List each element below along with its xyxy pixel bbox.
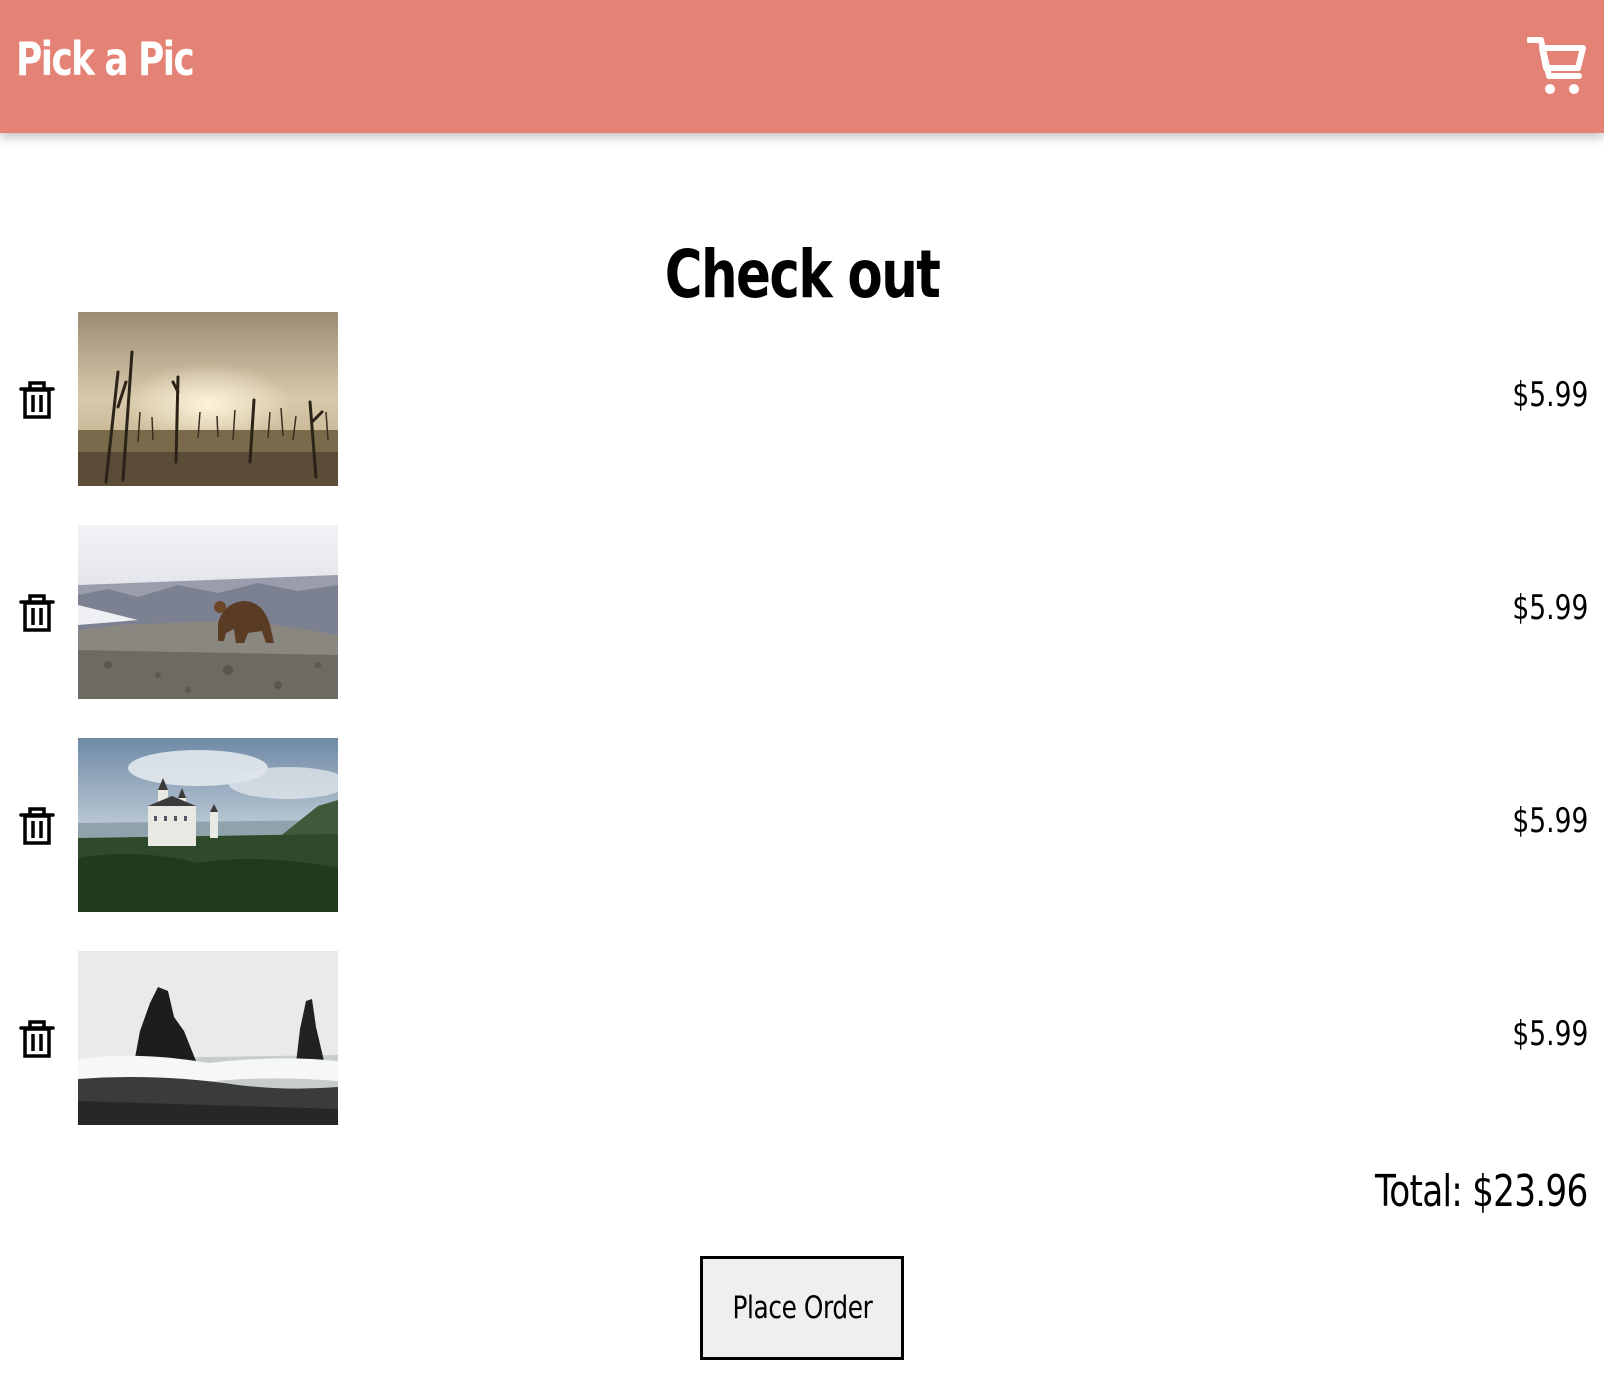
trash-icon[interactable] <box>18 806 56 846</box>
page-title: Check out <box>664 236 941 314</box>
cart-item: $5.99 <box>0 738 1604 912</box>
cart-item: $5.99 <box>0 525 1604 699</box>
item-price: $5.99 <box>1512 375 1588 415</box>
trash-icon[interactable] <box>18 1019 56 1059</box>
item-thumbnail <box>78 525 338 699</box>
item-price: $5.99 <box>1512 801 1588 841</box>
place-order-label: Place Order <box>732 1290 872 1326</box>
order-total: Total: $23.96 <box>1375 1166 1588 1217</box>
trash-icon[interactable] <box>18 380 56 420</box>
item-thumbnail <box>78 951 338 1125</box>
cart-item: $5.99 <box>0 951 1604 1125</box>
top-bar: Pick a Pic <box>0 0 1604 133</box>
cart-item: $5.99 <box>0 312 1604 486</box>
item-thumbnail <box>78 738 338 912</box>
item-thumbnail <box>78 312 338 486</box>
item-price: $5.99 <box>1512 1014 1588 1054</box>
place-order-button[interactable]: Place Order <box>700 1256 904 1360</box>
brand-logo[interactable]: Pick a Pic <box>16 36 195 82</box>
trash-icon[interactable] <box>18 593 56 633</box>
item-price: $5.99 <box>1512 588 1588 628</box>
shopping-cart-icon[interactable] <box>1526 36 1587 96</box>
